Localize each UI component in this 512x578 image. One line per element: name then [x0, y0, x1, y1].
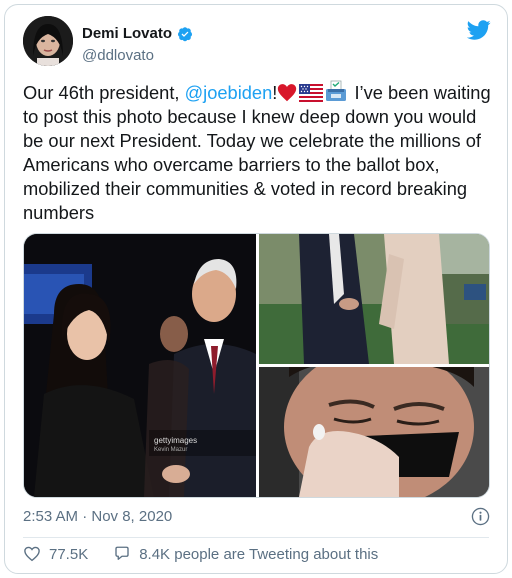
verified-badge-icon — [178, 26, 193, 41]
like-button[interactable]: 77.5K — [23, 545, 88, 563]
author-handle[interactable]: @ddlovato — [82, 47, 193, 64]
tweeting-count: 8.4K people are Tweeting about this — [139, 545, 379, 563]
author-display-name[interactable]: Demi Lovato — [82, 25, 193, 42]
photo-harris-walking[interactable] — [259, 234, 489, 364]
comment-bubble-icon — [115, 546, 129, 560]
tweet-card: Demi Lovato @ddlovato Our 46th president… — [4, 4, 508, 574]
media-grid: gettyimages Kevin Mazur — [23, 233, 490, 498]
getty-credit-sub: Kevin Mazur — [154, 447, 188, 453]
us-flag-icon — [299, 84, 324, 102]
info-icon[interactable] — [471, 507, 490, 526]
ballot-box-icon — [326, 80, 347, 101]
photo-biden-lovato[interactable]: gettyimages Kevin Mazur — [24, 234, 256, 497]
getty-credit: gettyimages — [154, 436, 198, 445]
heart-icon — [24, 546, 40, 562]
like-count: 77.5K — [49, 545, 89, 563]
tweet-timestamp[interactable]: 2:53 AM · Nov 8, 2020 — [23, 508, 172, 525]
photo-crying-woman[interactable] — [259, 367, 489, 497]
red-heart-icon — [278, 84, 297, 102]
author-name-block[interactable]: Demi Lovato @ddlovato — [82, 25, 193, 64]
tweet-text: Our 46th president, @joebiden! I’ve been… — [23, 80, 499, 225]
tweeting-link[interactable]: 8.4K people are Tweeting about this — [113, 545, 378, 563]
divider — [23, 537, 489, 538]
twitter-logo-icon[interactable] — [467, 18, 491, 42]
tweet-text-part: I’ve been waiting to post this photo bec… — [23, 82, 491, 223]
mention-link[interactable]: @joebiden — [185, 82, 273, 103]
tweet-stats: 77.5K 8.4K people are Tweeting about thi… — [23, 545, 378, 563]
tweet-text-part: Our 46th president, — [23, 82, 185, 103]
avatar[interactable] — [23, 16, 73, 66]
